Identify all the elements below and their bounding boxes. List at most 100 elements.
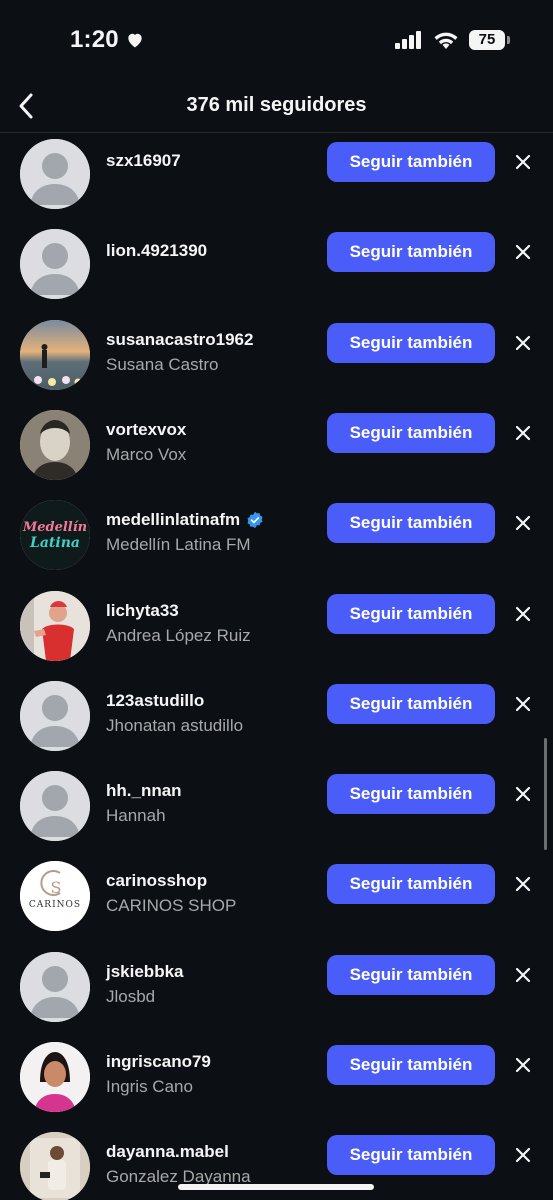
full-name: Andrea López Ruiz (106, 625, 251, 645)
username-text: lion.4921390 (106, 241, 208, 261)
remove-follower-button[interactable] (510, 420, 536, 446)
close-icon (515, 245, 531, 260)
follower-row[interactable]: Medellín Latina medellinlatinafm Medellín L… (0, 492, 553, 582)
username-text: lichyta33 (106, 600, 179, 620)
avatar[interactable] (20, 1132, 90, 1200)
close-icon (515, 877, 531, 892)
follow-back-button[interactable]: Seguir también (327, 322, 495, 363)
follower-names: vortexvox Marco Vox (106, 420, 316, 465)
follow-back-button[interactable]: Seguir también (327, 864, 495, 905)
follower-row[interactable]: vortexvox Marco Vox Seguir también (0, 402, 553, 492)
username[interactable]: vortexvox (106, 420, 316, 440)
close-icon (515, 1148, 531, 1163)
username-text: carinosshop (106, 871, 208, 891)
username[interactable]: jskiebbka (106, 962, 316, 982)
follower-row[interactable]: lion.4921390 Seguir también (0, 221, 553, 311)
avatar[interactable] (20, 409, 90, 480)
home-indicator[interactable] (178, 1184, 374, 1190)
avatar[interactable] (20, 319, 90, 390)
close-icon (515, 425, 531, 440)
follow-back-button[interactable]: Seguir también (327, 1135, 495, 1176)
remove-follower-button[interactable] (510, 871, 536, 897)
full-name: Ingris Cano (106, 1077, 193, 1096)
follow-back-button[interactable]: Seguir también (327, 1045, 495, 1085)
follower-names: hh._nnan Hannah (106, 781, 316, 826)
follower-names: lichyta33 Andrea López Ruiz (106, 601, 316, 646)
follow-back-button[interactable]: Seguir también (327, 503, 495, 544)
close-icon (515, 606, 531, 621)
remove-follower-button[interactable] (510, 239, 536, 265)
follower-row[interactable]: 123astudillo Jhonatan astudillo Seguir tam… (0, 673, 553, 763)
follower-row[interactable]: lichyta33 Andrea López Ruiz Seguir también (0, 583, 553, 673)
signal-icon (395, 31, 421, 49)
clock-time: 1:20 (70, 26, 119, 53)
avatar[interactable] (20, 680, 90, 751)
full-name: Hannah (106, 806, 166, 826)
username-text: dayanna.mabel (106, 1142, 229, 1162)
follow-back-button[interactable]: Seguir también (327, 232, 495, 273)
avatar[interactable] (20, 951, 90, 1022)
follower-row[interactable]: ingriscano79 Ingris Cano Seguir también (0, 1034, 553, 1124)
full-name: Susana Castro (106, 354, 219, 374)
follower-row[interactable]: susanacastro1962 Susana Castro Seguir tamb… (0, 312, 553, 402)
avatar[interactable] (20, 139, 90, 209)
follow-back-button[interactable]: Seguir también (327, 142, 495, 182)
username-text: medellinlatinafm (106, 510, 241, 530)
username-text: susanacastro1962 (106, 329, 254, 349)
remove-follower-button[interactable] (510, 601, 536, 627)
followers-list[interactable]: szx16907 Seguir también lion.4921390 Seguir… (0, 133, 553, 1200)
full-name: CARINOS SHOP (106, 896, 237, 916)
username[interactable]: carinosshop (106, 871, 316, 891)
follow-back-button[interactable]: Seguir también (327, 774, 495, 815)
svg-text:S: S (51, 878, 62, 897)
remove-follower-button[interactable] (510, 330, 536, 356)
scrollbar[interactable] (544, 738, 547, 850)
status-bar: 1:20 75 (0, 0, 553, 80)
battery-indicator: 75 (469, 30, 510, 50)
avatar[interactable]: S CARINOS (20, 861, 90, 932)
close-icon (515, 516, 531, 531)
follower-row[interactable]: hh._nnan Hannah Seguir también (0, 763, 553, 853)
username[interactable]: ingriscano79 (106, 1052, 316, 1072)
system-indicators: 75 (395, 30, 510, 50)
remove-follower-button[interactable] (510, 510, 536, 536)
avatar[interactable] (20, 590, 90, 661)
username[interactable]: hh._nnan (106, 781, 316, 801)
follow-back-button[interactable]: Seguir también (327, 593, 495, 634)
logo-text-line-2: Latina (29, 535, 80, 551)
close-icon (515, 335, 531, 350)
username[interactable]: lion.4921390 (106, 241, 316, 261)
avatar[interactable] (20, 229, 90, 300)
follower-names: carinosshop CARINOS SHOP (106, 871, 316, 916)
close-icon (515, 1057, 531, 1073)
follower-row[interactable]: S CARINOS carinosshop CARINOS SHOP Seguir ta… (0, 853, 553, 943)
logo-text-line-1: CARINOS (29, 900, 81, 910)
remove-follower-button[interactable] (510, 962, 536, 988)
remove-follower-button[interactable] (510, 781, 536, 807)
username[interactable]: susanacastro1962 (106, 330, 316, 350)
follow-back-button[interactable]: Seguir también (327, 683, 495, 724)
remove-follower-button[interactable] (510, 1052, 536, 1078)
username-text: vortexvox (106, 419, 187, 439)
username[interactable]: 123astudillo (106, 691, 316, 711)
username[interactable]: dayanna.mabel (106, 1142, 316, 1162)
close-icon (515, 967, 531, 982)
follow-back-button[interactable]: Seguir también (327, 412, 495, 453)
follower-row[interactable]: jskiebbka Jlosbd Seguir también (0, 944, 553, 1034)
remove-follower-button[interactable] (510, 1142, 536, 1168)
username[interactable]: lichyta33 (106, 601, 316, 621)
remove-follower-button[interactable] (510, 149, 536, 175)
avatar[interactable] (20, 1042, 90, 1112)
avatar[interactable]: Medellín Latina (20, 500, 90, 571)
follower-names: susanacastro1962 Susana Castro (106, 330, 316, 375)
remove-follower-button[interactable] (510, 691, 536, 717)
username[interactable]: szx16907 (106, 151, 316, 171)
follower-row[interactable]: szx16907 Seguir también (0, 133, 553, 221)
follower-names: medellinlatinafm Medellín Latina FM (106, 510, 316, 555)
follower-names: szx16907 (106, 151, 316, 171)
follow-back-button[interactable]: Seguir también (327, 954, 495, 995)
avatar[interactable] (20, 771, 90, 842)
wifi-icon (434, 32, 458, 49)
username[interactable]: medellinlatinafm (106, 510, 316, 530)
full-name: Jlosbd (106, 986, 156, 1006)
